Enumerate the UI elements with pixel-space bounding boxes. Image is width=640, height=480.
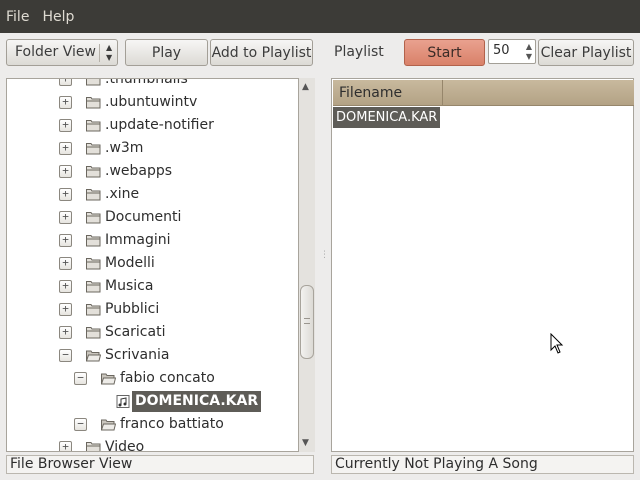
menu-bar: File Help — [0, 0, 640, 33]
folder-closed-icon — [86, 304, 101, 316]
tree-row[interactable]: + Video — [7, 436, 298, 452]
tree-row[interactable]: − franco battiato — [7, 413, 298, 436]
tree-row-label: Immagini — [105, 232, 171, 248]
expand-icon[interactable]: + — [59, 79, 72, 86]
tree-row-label: Scaricati — [105, 324, 166, 340]
tree-row-label: .xine — [105, 186, 140, 202]
folder-closed-icon — [86, 143, 101, 155]
tree-row[interactable]: + .xine — [7, 183, 298, 206]
expand-icon[interactable]: + — [59, 234, 72, 247]
folder-closed-icon — [86, 79, 101, 86]
folder-closed-icon — [86, 166, 101, 178]
menu-file[interactable]: File — [1, 9, 34, 25]
tree-row-label: franco battiato — [120, 416, 224, 432]
tree-row[interactable]: − fabio concato — [7, 367, 298, 390]
view-select-label: Folder View — [15, 44, 96, 60]
tree-row-label: Video — [105, 439, 145, 452]
expand-icon[interactable]: + — [59, 326, 72, 339]
tree-row[interactable]: + Immagini — [7, 229, 298, 252]
folder-closed-icon — [86, 258, 101, 270]
expand-icon[interactable]: + — [59, 303, 72, 316]
collapse-icon[interactable]: − — [74, 418, 87, 431]
scroll-up-arrow-icon[interactable]: ▲ — [302, 82, 309, 92]
column-header-filename[interactable]: Filename — [333, 80, 443, 106]
count-spinner[interactable]: 50 ▲ ▼ — [488, 39, 536, 64]
folder-closed-icon — [86, 212, 101, 224]
spinner-arrows-icon[interactable]: ▲ ▼ — [526, 42, 532, 62]
tree-row-label: Documenti — [105, 209, 182, 225]
expand-icon[interactable]: + — [59, 211, 72, 224]
up-down-arrows-icon: ▲ ▼ — [106, 43, 113, 62]
menu-help[interactable]: Help — [37, 9, 79, 25]
tree-row[interactable]: + Modelli — [7, 252, 298, 275]
tree-row[interactable]: + Documenti — [7, 206, 298, 229]
view-select-divider — [99, 44, 100, 62]
folder-closed-icon — [86, 120, 101, 132]
tree-row[interactable]: + .update-notifier — [7, 114, 298, 137]
play-button[interactable]: Play — [125, 39, 208, 66]
count-value[interactable]: 50 — [493, 43, 510, 58]
view-select[interactable]: Folder View ▲ ▼ — [6, 39, 118, 66]
tree-row[interactable]: + .webapps — [7, 160, 298, 183]
tree-row-label: .w3m — [105, 140, 144, 156]
tree-row-label: Musica — [105, 278, 154, 294]
clear-playlist-button[interactable]: Clear Playlist — [538, 39, 634, 66]
tree-row[interactable]: + .thumbnails — [7, 78, 298, 91]
scrollbar-thumb[interactable] — [300, 285, 314, 359]
expand-icon[interactable]: + — [59, 188, 72, 201]
tree-row-label: Pubblici — [105, 301, 160, 317]
tree-row-label: .thumbnails — [105, 78, 188, 87]
tree-row-label: fabio concato — [120, 370, 215, 386]
status-right: Currently Not Playing A Song — [331, 455, 634, 474]
status-left: File Browser View — [6, 455, 314, 474]
expand-icon[interactable]: + — [59, 119, 72, 132]
tree-row[interactable]: + .w3m — [7, 137, 298, 160]
expand-icon[interactable]: + — [59, 280, 72, 293]
scroll-down-arrow-icon[interactable]: ▼ — [302, 438, 309, 448]
tree-row[interactable]: + .ubuntuwintv — [7, 91, 298, 114]
tree-row[interactable]: + Musica — [7, 275, 298, 298]
tree-row-label: .webapps — [105, 163, 173, 179]
tree-row[interactable]: + Scaricati — [7, 321, 298, 344]
playlist-item[interactable]: DOMENICA.KAR — [333, 107, 441, 128]
folder-open-icon — [101, 373, 116, 385]
tree-row[interactable]: + Pubblici — [7, 298, 298, 321]
music-file-icon — [116, 395, 130, 408]
folder-closed-icon — [86, 189, 101, 201]
tree-row[interactable]: − Scrivania — [7, 344, 298, 367]
grip-icon — [304, 318, 310, 324]
expand-icon[interactable]: + — [59, 142, 72, 155]
collapse-icon[interactable]: − — [74, 372, 87, 385]
expand-icon[interactable]: + — [59, 96, 72, 109]
start-button[interactable]: Start — [404, 39, 485, 66]
add-to-playlist-button[interactable]: Add to Playlist — [210, 39, 313, 66]
tree-row[interactable]: DOMENICA.KAR — [7, 390, 298, 413]
mouse-cursor-icon — [550, 333, 564, 354]
tree-row-label: Scrivania — [105, 347, 170, 363]
playlist-panel[interactable]: Filename DOMENICA.KAR — [331, 78, 634, 452]
playlist-column-header-bar: Filename — [333, 80, 634, 106]
folder-open-icon — [101, 419, 116, 431]
pane-resize-handle[interactable]: ⋮ — [320, 250, 329, 260]
expand-icon[interactable]: + — [59, 165, 72, 178]
file-tree[interactable]: + .thumbnails + .ubuntuwintv + .update-notifi… — [6, 78, 299, 452]
playlist-label: Playlist — [334, 44, 384, 60]
folder-closed-icon — [86, 235, 101, 247]
folder-closed-icon — [86, 97, 101, 109]
folder-closed-icon — [86, 281, 101, 293]
folder-open-icon — [86, 350, 101, 362]
folder-closed-icon — [86, 442, 101, 451]
tree-row-label: .update-notifier — [105, 117, 214, 133]
expand-icon[interactable]: + — [59, 441, 72, 451]
collapse-icon[interactable]: − — [59, 349, 72, 362]
tree-row-label: Modelli — [105, 255, 155, 271]
folder-closed-icon — [86, 327, 101, 339]
tree-scrollbar[interactable]: ▲ ▼ — [299, 78, 315, 452]
tree-row-label: DOMENICA.KAR — [132, 391, 262, 412]
tree-row-label: .ubuntuwintv — [105, 94, 198, 110]
expand-icon[interactable]: + — [59, 257, 72, 270]
